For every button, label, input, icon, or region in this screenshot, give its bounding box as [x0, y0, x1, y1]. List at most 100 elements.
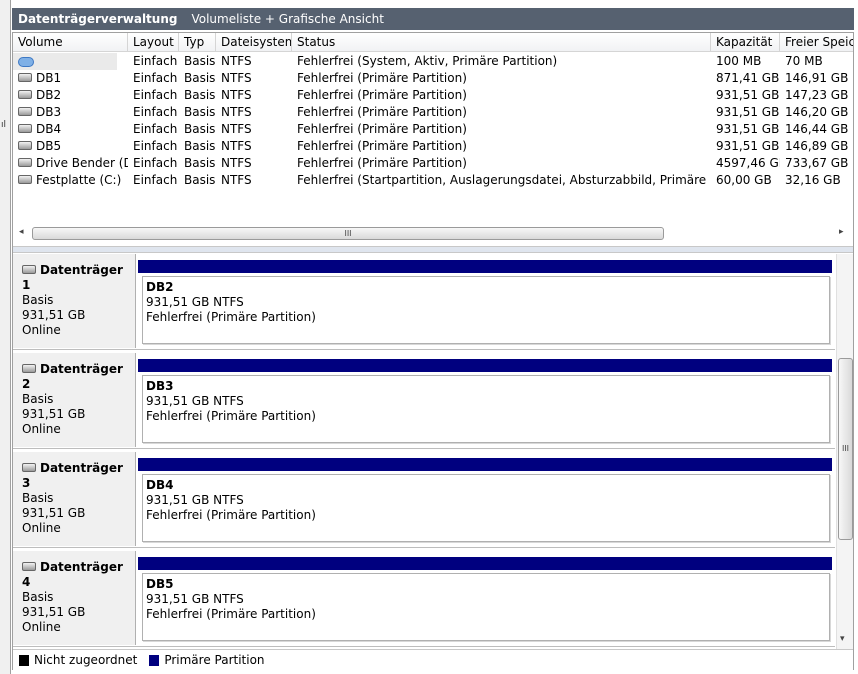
partition-size-fs: 931,51 GB NTFS — [146, 394, 244, 408]
pane-splitter[interactable] — [13, 246, 853, 253]
cell-layout: Einfach — [133, 156, 178, 170]
disk-type: Basis — [22, 590, 54, 604]
cell-status: Fehlerfrei (Primäre Partition) — [297, 156, 467, 170]
cell-status: Fehlerfrei (Primäre Partition) — [297, 139, 467, 153]
cell-layout: Einfach — [133, 71, 178, 85]
cell-free-space: 146,20 GB — [785, 105, 849, 119]
column-header-filesystem[interactable]: Dateisystem — [216, 33, 292, 51]
cell-filesystem: NTFS — [221, 173, 252, 187]
cell-volume: DB5 — [13, 138, 128, 155]
disk-size: 931,51 GB — [22, 506, 86, 520]
main-panel: Volume Layout Typ Dateisystem Status Kap… — [12, 32, 854, 670]
legend-label-unallocated: Nicht zugeordnet — [34, 653, 138, 667]
column-header-layout[interactable]: Layout — [128, 33, 179, 51]
table-row[interactable]: DB3 Einfach Basis NTFS Fehlerfrei (Primäre P… — [13, 104, 853, 121]
table-row[interactable]: Festplatte (C:) Einfach Basis NTFS Fehlerfre… — [13, 172, 853, 189]
cell-type: Basis — [184, 105, 216, 119]
disk-info[interactable]: Datenträger 2 Basis 931,51 GB Online — [13, 353, 136, 447]
column-header-type[interactable]: Typ — [179, 33, 216, 51]
volume-name: Festplatte (C:) — [36, 173, 122, 187]
disk-icon — [22, 364, 36, 373]
disk-row: Datenträger 4 Basis 931,51 GB Online DB5 931,… — [13, 551, 835, 647]
horizontal-scrollbar[interactable]: ◂ III ▸ — [17, 225, 849, 241]
table-row[interactable]: DB5 Einfach Basis NTFS Fehlerfrei (Primäre P… — [13, 138, 853, 155]
cell-status: Fehlerfrei (Primäre Partition) — [297, 71, 467, 85]
cell-volume: DB4 — [13, 121, 128, 138]
partition-block[interactable]: DB5 931,51 GB NTFS Fehlerfrei (Primäre Par… — [138, 557, 832, 645]
column-header-volume[interactable]: Volume — [13, 33, 128, 51]
cell-filesystem: NTFS — [221, 105, 252, 119]
cell-free-space: 147,23 GB — [785, 88, 849, 102]
cell-type: Basis — [184, 88, 216, 102]
disk-icon — [22, 562, 36, 571]
table-row[interactable]: DB2 Einfach Basis NTFS Fehlerfrei (Primäre P… — [13, 87, 853, 104]
disk-name: Datenträger 4 — [22, 560, 123, 589]
disk-state: Online — [22, 422, 61, 436]
cell-type: Basis — [184, 173, 216, 187]
drive-icon — [18, 158, 32, 167]
cell-capacity: 931,51 GB — [716, 122, 780, 136]
cell-layout: Einfach — [133, 173, 178, 187]
vertical-scrollbar[interactable]: III ▾ — [836, 254, 853, 649]
partition-size-fs: 931,51 GB NTFS — [146, 592, 244, 606]
disk-name: Datenträger 2 — [22, 362, 123, 391]
partition-box[interactable]: DB4 931,51 GB NTFS Fehlerfrei (Primäre Par… — [142, 474, 830, 542]
scroll-right-icon[interactable]: ▸ — [839, 227, 844, 237]
partition-box[interactable]: DB2 931,51 GB NTFS Fehlerfrei (Primäre Par… — [142, 276, 830, 344]
column-header-capacity[interactable]: Kapazität — [711, 33, 780, 51]
disk-size: 931,51 GB — [22, 407, 86, 421]
cell-capacity: 931,51 GB — [716, 105, 780, 119]
cell-volume — [13, 53, 128, 70]
column-header-status[interactable]: Status — [292, 33, 711, 51]
partition-status: Fehlerfrei (Primäre Partition) — [146, 607, 316, 621]
cell-free-space: 70 MB — [785, 54, 823, 68]
cell-volume: DB1 — [13, 70, 128, 87]
horizontal-scroll-thumb[interactable]: III — [32, 227, 664, 240]
drive-icon — [18, 175, 32, 184]
cell-layout: Einfach — [133, 54, 178, 68]
drive-icon — [18, 141, 32, 150]
scroll-down-icon[interactable]: ▾ — [840, 634, 845, 644]
partition-name: DB2 — [146, 280, 174, 294]
disk-name: Datenträger 3 — [22, 461, 123, 490]
disk-icon — [22, 463, 36, 472]
table-row[interactable]: DB1 Einfach Basis NTFS Fehlerfrei (Primäre P… — [13, 70, 853, 87]
volume-list-header: Volume Layout Typ Dateisystem Status Kap… — [13, 33, 853, 52]
disk-info[interactable]: Datenträger 1 Basis 931,51 GB Online — [13, 254, 136, 348]
drive-icon — [18, 73, 32, 82]
scroll-left-icon[interactable]: ◂ — [19, 227, 24, 237]
disk-info[interactable]: Datenträger 3 Basis 931,51 GB Online — [13, 452, 136, 546]
cell-status: Fehlerfrei (Startpartition, Auslagerungs… — [297, 173, 711, 187]
primary-partition-bar — [138, 260, 832, 273]
volume-name: DB2 — [36, 88, 62, 102]
cell-free-space: 146,91 GB — [785, 71, 849, 85]
drive-icon — [18, 107, 32, 116]
volume-name: DB1 — [36, 71, 62, 85]
partition-box[interactable]: DB5 931,51 GB NTFS Fehlerfrei (Primäre Par… — [142, 573, 830, 641]
table-row[interactable]: Einfach Basis NTFS Fehlerfrei (System, Akti… — [13, 53, 853, 70]
left-pane-glyph: ıl — [1, 120, 7, 130]
disk-info[interactable]: Datenträger 4 Basis 931,51 GB Online — [13, 551, 136, 645]
vertical-scroll-thumb[interactable]: III — [838, 358, 853, 540]
cell-filesystem: NTFS — [221, 54, 252, 68]
cell-volume: DB2 — [13, 87, 128, 104]
disk-type: Basis — [22, 491, 54, 505]
partition-block[interactable]: DB2 931,51 GB NTFS Fehlerfrei (Primäre Par… — [138, 260, 832, 348]
view-label: Volumeliste + Grafische Ansicht — [191, 12, 384, 26]
disk-row: Datenträger 2 Basis 931,51 GB Online DB3 931,… — [13, 353, 835, 449]
partition-name: DB4 — [146, 478, 174, 492]
table-row[interactable]: Drive Bender (D:) Einfach Basis NTFS Fehlerf… — [13, 155, 853, 172]
partition-status: Fehlerfrei (Primäre Partition) — [146, 508, 316, 522]
partition-name: DB5 — [146, 577, 174, 591]
table-row[interactable]: DB4 Einfach Basis NTFS Fehlerfrei (Primäre P… — [13, 121, 853, 138]
partition-block[interactable]: DB4 931,51 GB NTFS Fehlerfrei (Primäre Par… — [138, 458, 832, 546]
column-header-free-space[interactable]: Freier Speich — [780, 33, 853, 51]
cell-filesystem: NTFS — [221, 139, 252, 153]
partition-box[interactable]: DB3 931,51 GB NTFS Fehlerfrei (Primäre Par… — [142, 375, 830, 443]
disk-state: Online — [22, 323, 61, 337]
cell-type: Basis — [184, 156, 216, 170]
primary-partition-bar — [138, 458, 832, 471]
cell-layout: Einfach — [133, 122, 178, 136]
cell-free-space: 32,16 GB — [785, 173, 841, 187]
partition-block[interactable]: DB3 931,51 GB NTFS Fehlerfrei (Primäre Par… — [138, 359, 832, 447]
